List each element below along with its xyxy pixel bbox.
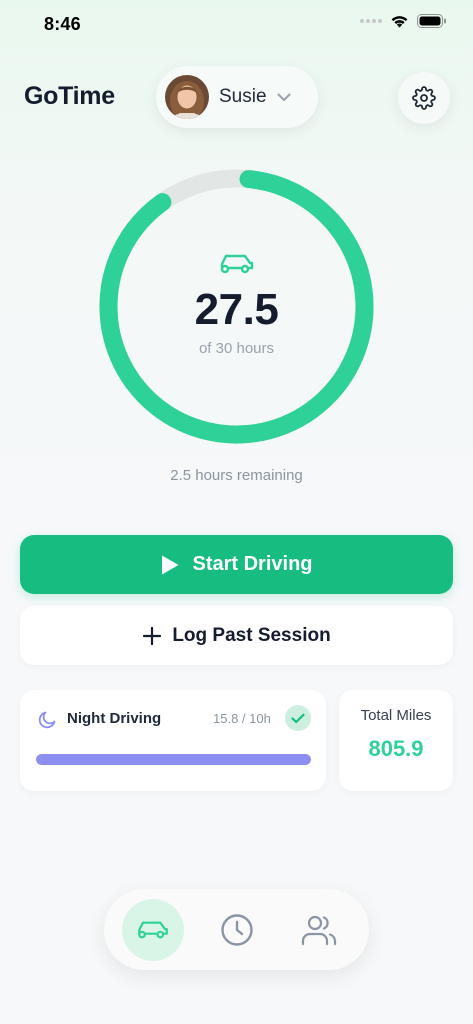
log-past-session-button[interactable]: Log Past Session [20, 606, 453, 665]
night-driving-bar-fill [36, 754, 311, 765]
car-icon [220, 254, 253, 274]
night-driving-card[interactable]: Night Driving 15.8 / 10h [20, 690, 326, 791]
start-driving-button[interactable]: Start Driving [20, 535, 453, 594]
check-icon [285, 705, 311, 731]
log-past-session-label: Log Past Session [172, 624, 331, 646]
settings-button[interactable] [398, 72, 450, 124]
tab-people[interactable] [288, 899, 350, 961]
bottom-tab-bar [104, 889, 369, 970]
start-driving-label: Start Driving [192, 553, 313, 575]
total-miles-label: Total Miles [360, 707, 432, 724]
profile-name: Susie [219, 86, 267, 107]
moon-icon [38, 711, 56, 729]
wifi-icon [391, 16, 408, 28]
people-icon [301, 915, 337, 946]
profile-switcher[interactable]: Susie [156, 66, 318, 128]
clock-icon [221, 914, 253, 946]
app-title: GoTime [24, 82, 115, 110]
hours-value: 27.5 [194, 285, 279, 334]
total-miles-value: 805.9 [368, 736, 424, 761]
chevron-down-icon [277, 93, 291, 102]
hours-remaining-label: 2.5 hours remaining [170, 467, 303, 484]
hours-total-label: of 30 hours [198, 340, 275, 357]
total-miles-card[interactable]: Total Miles 805.9 [339, 690, 453, 791]
cellular-signal-icon [360, 19, 382, 23]
battery-icon [417, 14, 446, 28]
night-driving-title: Night Driving [67, 710, 162, 727]
tab-history[interactable] [206, 899, 268, 961]
status-icons [360, 14, 447, 28]
tab-drive[interactable] [122, 899, 184, 961]
car-icon [138, 921, 168, 939]
play-icon [162, 555, 179, 574]
night-driving-progress-text: 15.8 / 10h [213, 711, 271, 726]
avatar [165, 75, 209, 119]
gear-icon [412, 86, 436, 110]
night-driving-bar [36, 754, 311, 765]
ring-center: 27.5 of 30 hours [98, 168, 375, 445]
plus-icon [143, 626, 162, 645]
status-time: 8:46 [44, 14, 81, 34]
